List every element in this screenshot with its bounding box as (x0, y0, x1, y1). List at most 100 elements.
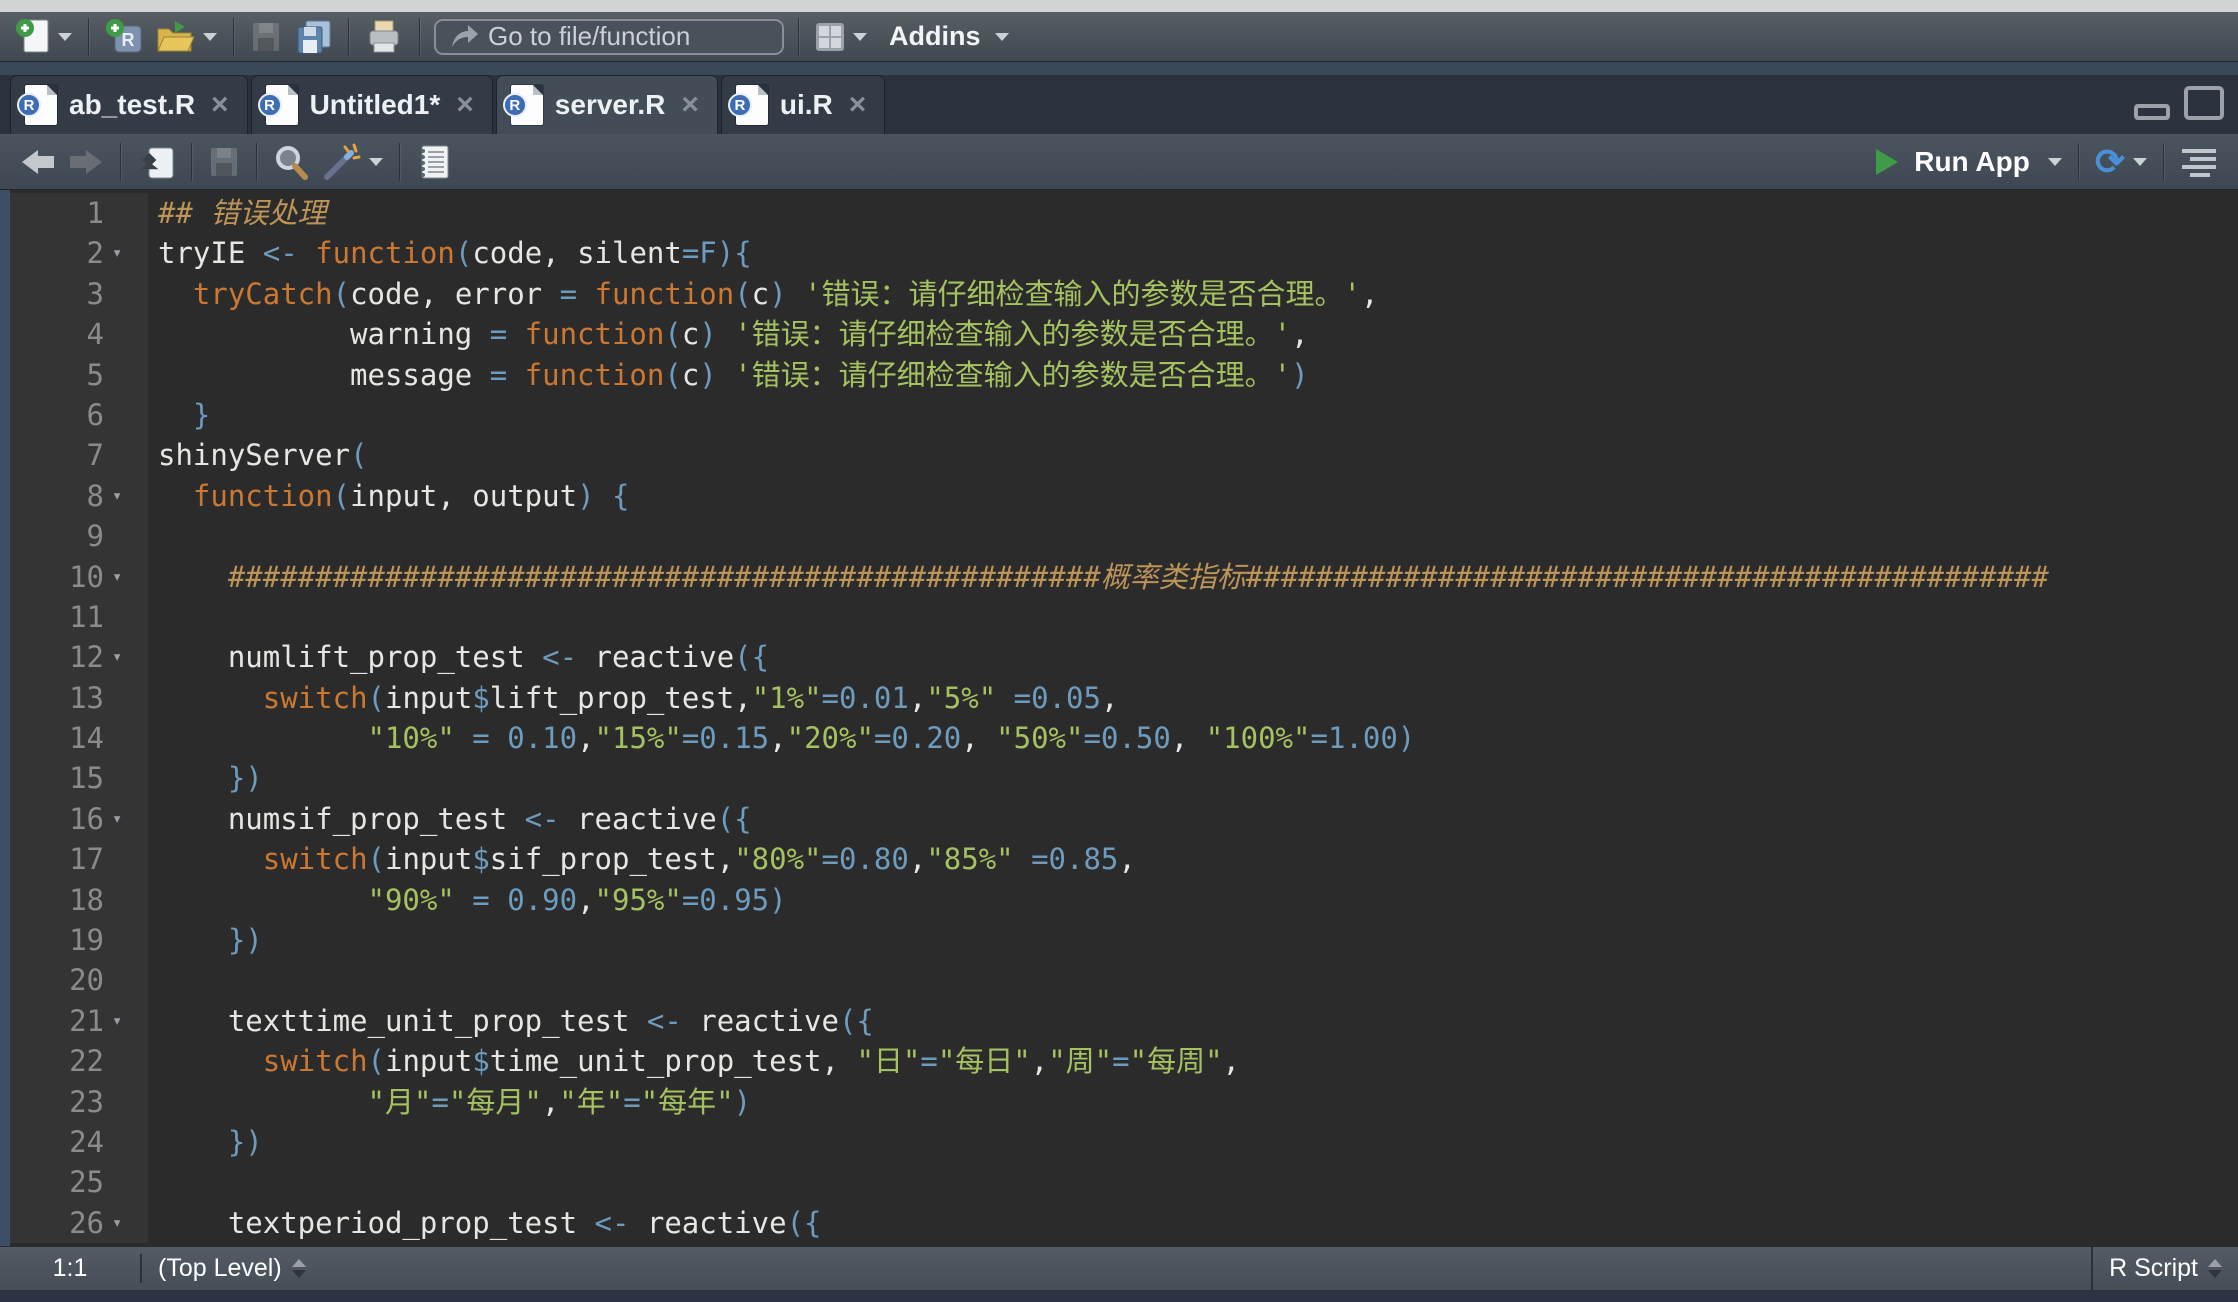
back-button[interactable] (14, 144, 62, 180)
code-text[interactable] (148, 960, 2238, 1000)
code-line[interactable]: 26▾ textperiod_prop_test <- reactive({ (10, 1203, 2238, 1243)
run-app-button[interactable]: Run App (1870, 143, 2068, 181)
code-line[interactable]: 24 }) (10, 1122, 2238, 1162)
code-line[interactable]: 11 (10, 597, 2238, 637)
code-line[interactable]: 18 "90%" = 0.90,"95%"=0.95) (10, 880, 2238, 920)
fold-arrow-icon[interactable]: ▾ (112, 476, 148, 516)
tab-untitled1-[interactable]: RUntitled1*× (251, 75, 493, 134)
find-replace-button[interactable] (267, 141, 315, 183)
code-line[interactable]: 8▾ function(input, output) { (10, 476, 2238, 516)
code-text[interactable]: "90%" = 0.90,"95%"=0.95) (148, 880, 2238, 920)
code-text[interactable]: texttime_unit_prop_test <- reactive({ (148, 1001, 2238, 1041)
code-line[interactable]: 23 "月"="每月","年"="每年") (10, 1082, 2238, 1122)
code-editor[interactable]: 1## 错误处理2▾tryIE <- function(code, silent… (0, 190, 2238, 1246)
code-line[interactable]: 9 (10, 516, 2238, 556)
code-text[interactable]: textperiod_prop_test <- reactive({ (148, 1203, 2238, 1243)
code-line[interactable]: 10▾ ####################################… (10, 557, 2238, 597)
chevron-down-icon (2048, 158, 2062, 166)
code-line[interactable]: 7shinyServer( (10, 435, 2238, 475)
code-text[interactable]: shinyServer( (148, 435, 2238, 475)
save-all-button[interactable] (288, 15, 338, 59)
open-file-button[interactable] (149, 16, 223, 58)
forward-button[interactable] (62, 144, 110, 180)
code-tools-button[interactable] (315, 140, 389, 184)
code-line[interactable]: 16▾ numsif_prop_test <- reactive({ (10, 799, 2238, 839)
code-line[interactable]: 3 tryCatch(code, error = function(c) '错误… (10, 274, 2238, 314)
code-text[interactable]: switch(input$lift_prop_test,"1%"=0.01,"5… (148, 678, 2238, 718)
close-icon[interactable]: × (211, 90, 229, 120)
code-line[interactable]: 6 } (10, 395, 2238, 435)
code-line[interactable]: 4 warning = function(c) '错误：请仔细检查输入的参数是否… (10, 314, 2238, 354)
addins-button[interactable]: Addins (873, 18, 1015, 55)
code-text[interactable]: tryCatch(code, error = function(c) '错误：请… (148, 274, 2238, 314)
code-text[interactable] (148, 1162, 2238, 1202)
file-type-selector[interactable]: R Script (2091, 1247, 2238, 1290)
save-button[interactable] (202, 142, 246, 182)
new-file-button[interactable] (10, 15, 78, 59)
code-text[interactable]: }) (148, 758, 2238, 798)
code-line[interactable]: 25 (10, 1162, 2238, 1202)
maximize-pane-icon[interactable] (2184, 86, 2224, 120)
toolbar-separator (2078, 143, 2079, 181)
code-line[interactable]: 19 }) (10, 920, 2238, 960)
code-text[interactable]: message = function(c) '错误：请仔细检查输入的参数是否合理… (148, 355, 2238, 395)
code-line[interactable]: 2▾tryIE <- function(code, silent=F){ (10, 233, 2238, 273)
gutter-cell: 1 (10, 193, 148, 233)
fold-column (112, 314, 148, 354)
code-line[interactable]: 21▾ texttime_unit_prop_test <- reactive(… (10, 1001, 2238, 1041)
code-text[interactable]: "月"="每月","年"="每年") (148, 1082, 2238, 1122)
fold-arrow-icon[interactable]: ▾ (112, 1203, 148, 1243)
scope-selector[interactable]: (Top Level) (142, 1254, 306, 1283)
gutter-cell: 11 (10, 597, 148, 637)
tab-ab-test-r[interactable]: Rab_test.R× (10, 75, 248, 134)
code-text[interactable] (148, 597, 2238, 637)
code-line[interactable]: 1## 错误处理 (10, 193, 2238, 233)
spinner-icon (292, 1259, 306, 1278)
code-line[interactable]: 14 "10%" = 0.10,"15%"=0.15,"20%"=0.20, "… (10, 718, 2238, 758)
pane-layout-button[interactable] (809, 19, 873, 55)
fold-arrow-icon[interactable]: ▾ (112, 1001, 148, 1041)
compile-report-button[interactable] (410, 140, 458, 184)
code-text[interactable]: ########################################… (148, 557, 2238, 597)
code-text[interactable]: switch(input$sif_prop_test,"80%"=0.80,"8… (148, 839, 2238, 879)
fold-arrow-icon[interactable]: ▾ (112, 557, 148, 597)
show-in-new-window-button[interactable] (131, 141, 181, 183)
code-line[interactable]: 15 }) (10, 758, 2238, 798)
code-line[interactable]: 12▾ numlift_prop_test <- reactive({ (10, 637, 2238, 677)
fold-arrow-icon[interactable]: ▾ (112, 799, 148, 839)
tab-server-r[interactable]: Rserver.R× (496, 75, 718, 134)
goto-file-function-box[interactable] (434, 19, 784, 55)
code-text[interactable]: "10%" = 0.10,"15%"=0.15,"20%"=0.20, "50%… (148, 718, 2238, 758)
code-text[interactable]: }) (148, 920, 2238, 960)
code-area[interactable]: 1## 错误处理2▾tryIE <- function(code, silent… (10, 193, 2238, 1243)
code-text[interactable]: } (148, 395, 2238, 435)
code-text[interactable]: switch(input$time_unit_prop_test, "日"="每… (148, 1041, 2238, 1081)
code-line[interactable]: 17 switch(input$sif_prop_test,"80%"=0.80… (10, 839, 2238, 879)
code-text[interactable]: ## 错误处理 (148, 193, 2238, 233)
code-text[interactable]: tryIE <- function(code, silent=F){ (148, 233, 2238, 273)
code-line[interactable]: 22 switch(input$time_unit_prop_test, "日"… (10, 1041, 2238, 1081)
document-outline-button[interactable] (2174, 144, 2224, 180)
code-line[interactable]: 13 switch(input$lift_prop_test,"1%"=0.01… (10, 678, 2238, 718)
close-icon[interactable]: × (681, 90, 699, 120)
reload-app-button[interactable]: ⟳ (2089, 141, 2153, 183)
fold-arrow-icon[interactable]: ▾ (112, 637, 148, 677)
tab-ui-r[interactable]: Rui.R× (721, 75, 885, 134)
minimize-pane-icon[interactable] (2134, 104, 2170, 120)
code-text[interactable]: function(input, output) { (148, 476, 2238, 516)
code-line[interactable]: 20 (10, 960, 2238, 1000)
code-text[interactable]: }) (148, 1122, 2238, 1162)
print-button[interactable] (359, 15, 409, 59)
code-line[interactable]: 5 message = function(c) '错误：请仔细检查输入的参数是否… (10, 355, 2238, 395)
close-icon[interactable]: × (456, 90, 474, 120)
code-text[interactable]: warning = function(c) '错误：请仔细检查输入的参数是否合理… (148, 314, 2238, 354)
close-icon[interactable]: × (849, 90, 867, 120)
code-text[interactable] (148, 516, 2238, 556)
code-text[interactable]: numsif_prop_test <- reactive({ (148, 799, 2238, 839)
fold-arrow-icon[interactable]: ▾ (112, 233, 148, 273)
save-button[interactable] (244, 17, 288, 57)
gutter-cell: 26▾ (10, 1203, 148, 1243)
new-project-button[interactable]: R (99, 15, 149, 59)
goto-file-function-input[interactable] (488, 21, 823, 52)
code-text[interactable]: numlift_prop_test <- reactive({ (148, 637, 2238, 677)
